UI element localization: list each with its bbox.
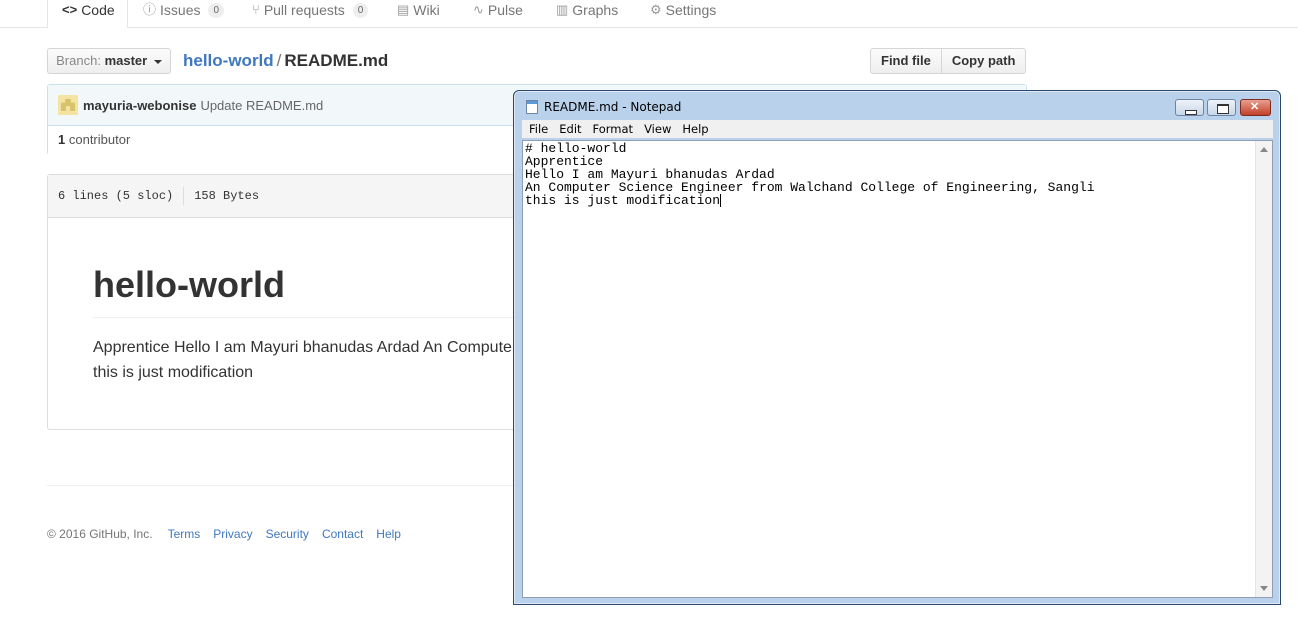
copy-path-button[interactable]: Copy path [941, 48, 1027, 74]
maximize-button[interactable] [1207, 99, 1236, 116]
file-size: 158 Bytes [194, 189, 260, 203]
text-cursor [720, 194, 722, 207]
tab-pull-requests[interactable]: ⑂ Pull requests 0 [252, 0, 369, 28]
tab-label: Issues [160, 2, 201, 18]
menu-view[interactable]: View [644, 122, 678, 136]
code-icon: <> [62, 2, 78, 17]
tab-pulse[interactable]: ∿ Pulse [473, 0, 523, 28]
minimize-button[interactable] [1175, 99, 1204, 116]
menu-format[interactable]: Format [593, 122, 641, 136]
readme-heading: hello-world [93, 264, 285, 305]
issues-counter: 0 [208, 3, 225, 18]
notepad-line: this is just modification [525, 193, 721, 208]
contributor-label: contributor [68, 132, 131, 147]
branch-name: master [104, 53, 148, 68]
tab-label: Pulse [487, 2, 523, 18]
graph-icon: ▥ [556, 2, 569, 17]
footer-link-privacy[interactable]: Privacy [213, 527, 252, 541]
breadcrumb-file-name: README.md [284, 51, 389, 70]
notepad-content: # hello-world Apprentice Hello I am Mayuri… [525, 142, 1095, 207]
branch-select-button[interactable]: Branch: master [47, 48, 171, 74]
chevron-down-icon [153, 59, 162, 64]
notepad-title-bar[interactable]: README.md - Notepad [514, 91, 1280, 121]
notepad-menu-bar: File Edit Format View Help [522, 120, 1273, 138]
footer-link-contact[interactable]: Contact [322, 527, 363, 541]
tab-label: Graphs [572, 2, 619, 18]
commit-author-link[interactable]: mayuria-webonise [83, 98, 196, 113]
find-file-button[interactable]: Find file [870, 48, 942, 74]
breadcrumb-separator: / [276, 51, 282, 70]
menu-edit[interactable]: Edit [559, 122, 588, 136]
notepad-text-area[interactable]: # hello-world Apprentice Hello I am Mayuri… [522, 140, 1273, 598]
menu-file[interactable]: File [529, 122, 555, 136]
file-info-divider [183, 187, 185, 205]
avatar[interactable] [58, 95, 78, 115]
scroll-up-arrow-icon[interactable] [1260, 147, 1268, 152]
footer-link-terms[interactable]: Terms [168, 527, 201, 541]
pulse-icon: ∿ [473, 2, 484, 17]
contributor-count: 1 [58, 132, 66, 147]
footer-link-help[interactable]: Help [376, 527, 401, 541]
footer-link-security[interactable]: Security [266, 527, 309, 541]
tab-label: Pull requests [263, 2, 345, 18]
tab-label: Wiki [413, 2, 440, 18]
notepad-title: README.md - Notepad [544, 100, 682, 114]
gear-icon: ⚙ [650, 2, 662, 17]
tab-issues[interactable]: ⓘ Issues 0 [143, 0, 225, 28]
copyright: © 2016 GitHub, Inc. [47, 527, 153, 541]
menu-help[interactable]: Help [682, 122, 715, 136]
tab-graphs[interactable]: ▥ Graphs [556, 0, 618, 28]
tab-label: Code [81, 2, 115, 18]
breadcrumb-repo-link[interactable]: hello-world [183, 51, 274, 70]
tab-label: Settings [665, 2, 717, 18]
tab-code[interactable]: <> Code [47, 0, 128, 29]
commit-message-link[interactable]: Update README.md [200, 98, 323, 113]
tab-settings[interactable]: ⚙ Settings [650, 0, 716, 28]
notepad-window: README.md - Notepad File Edit Format Vie… [513, 90, 1281, 605]
branch-label: Branch: [56, 53, 101, 68]
tab-wiki[interactable]: ▤ Wiki [397, 0, 440, 28]
vertical-scrollbar[interactable] [1255, 141, 1272, 597]
notepad-app-icon[interactable] [526, 100, 538, 114]
repo-nav: <> Code ⓘ Issues 0 ⑂ Pull requests 0 ▤ W… [0, 0, 1298, 29]
breadcrumb: hello-world / README.md [183, 50, 388, 72]
file-line-count: 6 lines (5 sloc) [58, 189, 174, 203]
issue-icon: ⓘ [143, 2, 157, 17]
file-actions: Find file Copy path [870, 48, 1027, 74]
site-footer: © 2016 GitHub, Inc. Terms Privacy Securi… [47, 527, 401, 541]
pull-request-icon: ⑂ [252, 2, 260, 17]
book-icon: ▤ [397, 2, 410, 17]
notepad-line: # hello-world [525, 141, 627, 156]
close-button[interactable] [1240, 99, 1271, 116]
scroll-down-arrow-icon[interactable] [1260, 586, 1268, 591]
notepad-line-last: this is just modification [525, 194, 1095, 207]
pull-requests-counter: 0 [352, 3, 369, 18]
